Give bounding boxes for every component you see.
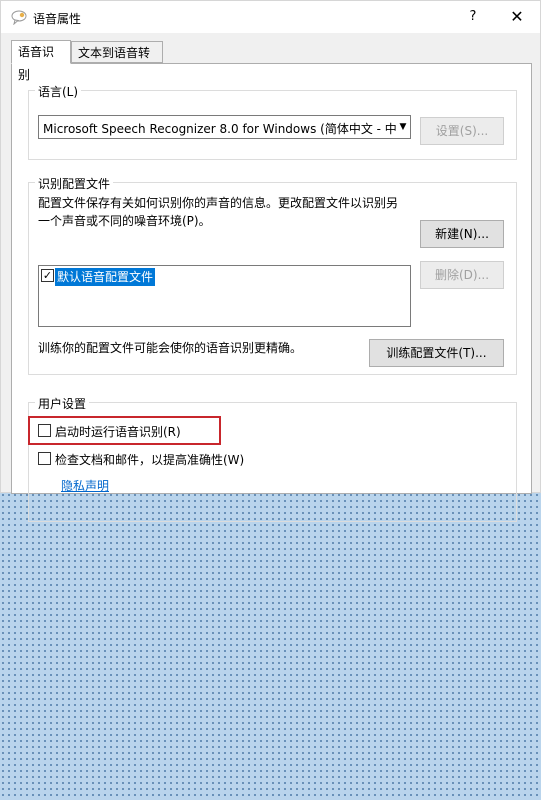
privacy-statement-link[interactable]: 隐私声明 (61, 477, 109, 494)
chevron-down-icon: ▼ (396, 116, 410, 138)
settings-button[interactable]: 设置(S)... (420, 117, 504, 145)
profile-checkbox[interactable]: ✓ (41, 269, 54, 282)
speech-app-icon (11, 10, 27, 25)
tab-speech-recognition[interactable]: 语音识别 (11, 40, 71, 82)
language-select[interactable]: Microsoft Speech Recognizer 8.0 for Wind… (38, 115, 411, 139)
tab-text-to-speech[interactable]: 文本到语音转换 (71, 41, 163, 82)
window-title: 语音属性 (33, 12, 82, 26)
delete-profile-button[interactable]: 删除(D)... (420, 261, 504, 289)
review-documents-checkbox[interactable] (38, 452, 51, 465)
profile-list-item[interactable]: 默认语音配置文件 (55, 268, 156, 286)
train-description: 训练你的配置文件可能会使你的语音识别更精确。 (38, 341, 303, 355)
title-bar: 语音属性 ? ✕ (1, 1, 540, 33)
help-button[interactable]: ? (460, 5, 486, 29)
new-profile-button[interactable]: 新建(N)... (420, 220, 504, 248)
language-group-label: 语言(L) (35, 83, 82, 100)
profile-description: 配置文件保存有关如何识别你的声音的信息。更改配置文件以识别另一个声音或不同的噪音… (38, 196, 399, 228)
highlight-box (28, 416, 221, 445)
speech-properties-dialog: 语音属性 ? ✕ 语音识别 文本到语音转换 语言(L) Microsoft Sp… (0, 0, 541, 522)
train-profile-button[interactable]: 训练配置文件(T)... (369, 339, 504, 367)
language-select-value: Microsoft Speech Recognizer 8.0 for Wind… (43, 122, 411, 136)
recognition-profile-group-label: 识别配置文件 (35, 175, 114, 192)
user-settings-group-label: 用户设置 (35, 395, 90, 412)
review-documents-label[interactable]: 检查文档和邮件，以提高准确性(W) (55, 451, 244, 468)
profile-list: ✓ 默认语音配置文件 (38, 265, 411, 327)
close-button[interactable]: ✕ (500, 5, 534, 29)
